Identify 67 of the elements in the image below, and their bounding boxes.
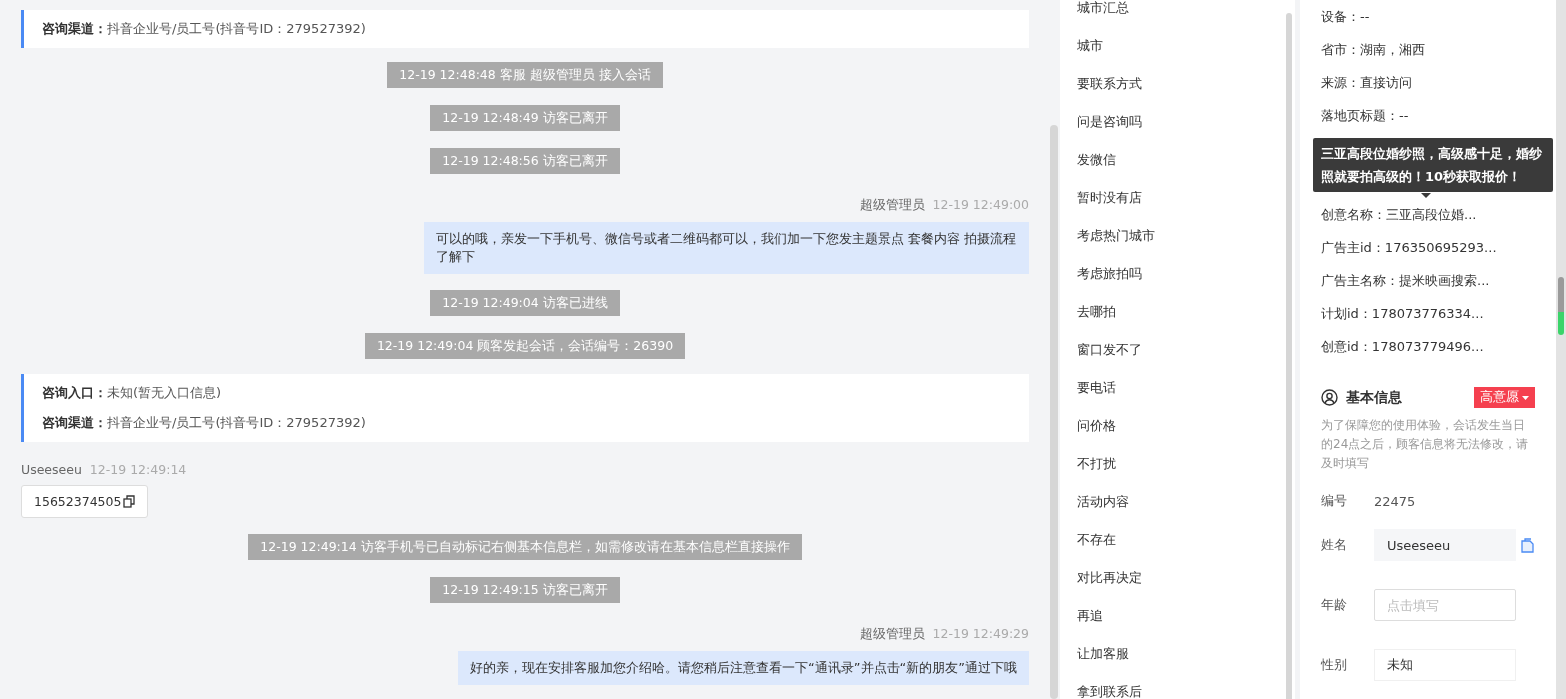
quick-reply-category[interactable]: 问是咨询吗 <box>1077 103 1286 141</box>
quick-reply-category[interactable]: 拿到联系后 <box>1077 673 1286 699</box>
message-time: 12-19 12:49:00 <box>932 197 1029 214</box>
scrollbar[interactable] <box>1556 0 1566 699</box>
quick-reply-category[interactable]: 要电话 <box>1077 369 1286 407</box>
field-label: 编号 <box>1321 492 1348 510</box>
visit-detail: 落地页标题：-- <box>1321 106 1410 125</box>
section-title: 基本信息 <box>1346 388 1403 407</box>
visit-detail: 省市：湖南，湘西 <box>1321 40 1426 59</box>
sender-name: Useeseeu <box>21 462 82 477</box>
visit-detail: 广告主id：176350695293... <box>1321 238 1498 257</box>
quick-reply-category[interactable]: 再追 <box>1077 597 1286 635</box>
agent-message: 好的亲，现在安排客服加您介绍哈。请您稍后注意查看一下“通讯录”并点击“新的朋友”通过下哦 <box>458 651 1029 685</box>
system-notice: 12-19 12:49:14 访客手机号已自动标记右侧基本信息栏，如需修改请在基本信息栏直接操作 <box>248 534 802 560</box>
field-label: 性别 <box>1321 656 1348 674</box>
tooltip-arrow <box>1421 193 1431 198</box>
field-value: 22475 <box>1374 493 1416 509</box>
agent-message: 可以的哦，亲发一下手机号、微信号或者二维码都可以，我们加一下您发主题景点 套餐内容 拍摄流程了解下 <box>424 222 1029 274</box>
system-notice: 12-19 12:49:15 访客已离开 <box>430 577 620 603</box>
message-time: 12-19 12:49:29 <box>932 626 1029 643</box>
notice-text: 为了保障您的使用体验，会话发生当日的24点之后，顾客信息将无法修改，请及时填写 <box>1321 417 1530 472</box>
quick-reply-category[interactable]: 去哪拍 <box>1077 293 1286 331</box>
field-label: 年龄 <box>1321 596 1348 614</box>
scrollbar-thumb[interactable] <box>1558 277 1564 335</box>
visit-detail: 创意名称：三亚高段位婚... <box>1321 205 1478 224</box>
visit-detail: 设备：-- <box>1321 7 1371 26</box>
system-notice: 12-19 12:49:04 顾客发起会话，会话编号：26390 <box>364 333 686 359</box>
quick-reply-category[interactable]: 城市 <box>1077 27 1286 65</box>
intent-dropdown[interactable]: 高意愿 <box>1474 387 1535 408</box>
quick-reply-category[interactable]: 城市汇总 <box>1077 0 1286 27</box>
field-label: 姓名 <box>1321 536 1348 554</box>
visit-detail: 来源：直接访问 <box>1321 73 1413 92</box>
consult-info-line: 咨询渠道：抖音企业号/员工号(抖音号ID：279527392) <box>42 20 367 38</box>
age-field[interactable]: 点击填写 <box>1374 589 1516 621</box>
system-notice: 12-19 12:49:04 访客已进线 <box>430 290 620 316</box>
sender-name: 超级管理员 <box>859 197 925 214</box>
visit-detail: 广告主名称：提米映画搜索... <box>1321 271 1491 290</box>
copy-icon[interactable] <box>123 495 136 508</box>
quick-reply-category[interactable]: 要联系方式 <box>1077 65 1286 103</box>
quick-reply-category[interactable]: 发微信 <box>1077 141 1286 179</box>
quick-reply-category[interactable]: 让加客服 <box>1077 635 1286 673</box>
phone-number: 15652374505 <box>34 494 122 509</box>
quick-reply-category[interactable]: 不打扰 <box>1077 445 1286 483</box>
system-notice: 12-19 12:48:49 访客已离开 <box>430 105 620 131</box>
quick-reply-category[interactable]: 考虑热门城市 <box>1077 217 1286 255</box>
quick-reply-category[interactable]: 对比再决定 <box>1077 559 1286 597</box>
quick-reply-category[interactable]: 活动内容 <box>1077 483 1286 521</box>
quick-reply-category[interactable]: 问价格 <box>1077 407 1286 445</box>
quick-reply-category[interactable]: 窗口发不了 <box>1077 331 1286 369</box>
message-time: 12-19 12:49:14 <box>89 462 187 477</box>
quick-reply-category[interactable]: 考虑旅拍吗 <box>1077 255 1286 293</box>
visit-detail: 计划id：178073776334... <box>1321 304 1485 323</box>
scrollbar[interactable] <box>1050 125 1058 699</box>
scrollbar[interactable] <box>1286 13 1292 699</box>
system-notice: 12-19 12:48:48 客服 超级管理员 接入会话 <box>387 62 663 88</box>
quick-reply-category[interactable]: 不存在 <box>1077 521 1286 559</box>
consult-info-line: 咨询入口：未知(暂无入口信息) <box>42 384 223 402</box>
caret-icon <box>1522 395 1529 400</box>
consult-info-line: 咨询渠道：抖音企业号/员工号(抖音号ID：279527392) <box>42 414 367 432</box>
visit-detail: 创意id：178073779496... <box>1321 337 1485 356</box>
system-notice: 12-19 12:48:56 访客已离开 <box>430 148 620 174</box>
sender-name: 超级管理员 <box>859 626 925 643</box>
user-icon <box>1321 389 1338 406</box>
name-field[interactable]: Useeseeu <box>1374 529 1516 561</box>
gender-select[interactable]: 未知 <box>1374 649 1516 681</box>
quick-reply-category[interactable]: 暂时没有店 <box>1077 179 1286 217</box>
tooltip: 三亚高段位婚纱照，高级感十足，婚纱照就要拍高级的！10秒获取报价！ <box>1313 138 1553 192</box>
